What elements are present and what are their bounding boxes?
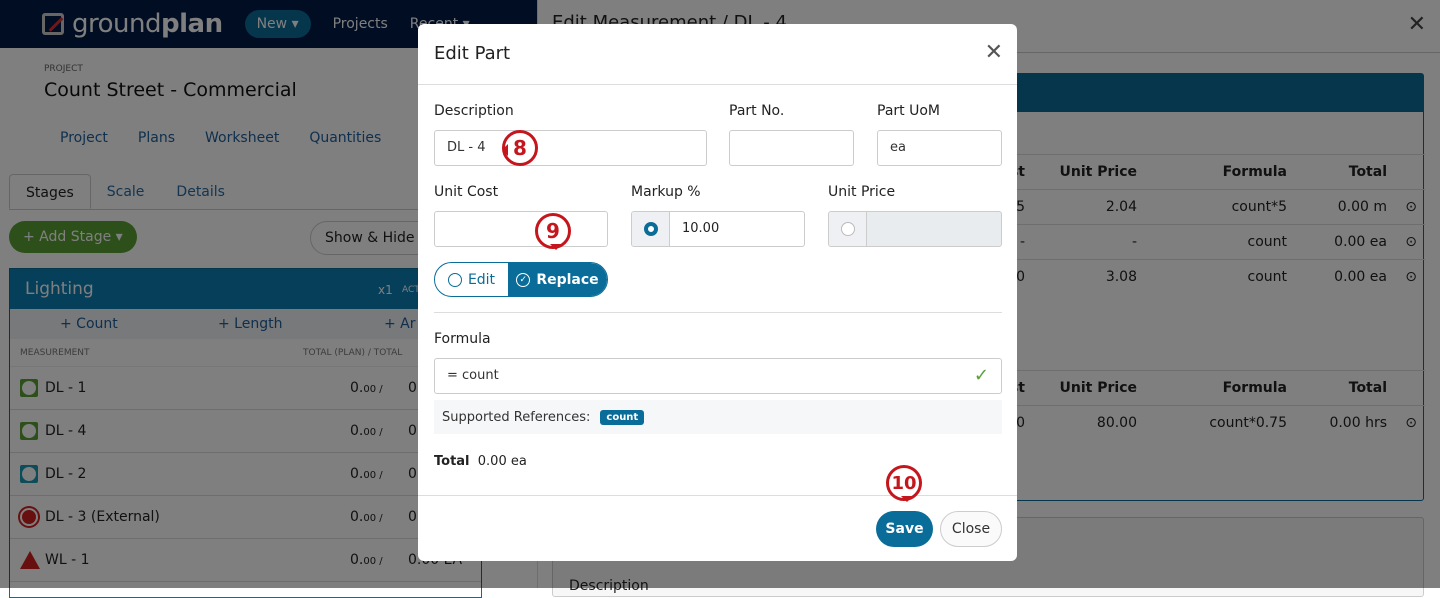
close-button[interactable]: Close [940,511,1002,547]
markup-label: Markup % [631,184,701,200]
check-circle-icon: ✓ [516,272,531,287]
edit-part-modal: Edit Part ✕ Description DL - 4 Part No. … [418,24,1017,561]
step-marker-8: 8 [502,130,538,166]
description-input[interactable]: DL - 4 [434,130,707,166]
step-marker-9: 9 [535,213,571,250]
description-label: Description [434,103,514,119]
uom-label: Part UoM [877,103,940,119]
formula-label: Formula [434,331,491,347]
uom-input[interactable]: ea [877,130,1002,166]
part-no-input[interactable] [729,130,854,166]
mode-replace-button[interactable]: ✓ Replace [508,263,607,296]
markup-input[interactable]: 10.00 [670,212,804,246]
unit-price-radio[interactable] [840,222,855,236]
radio-empty-icon [447,272,462,287]
mode-toggle: Edit ✓ Replace [434,262,608,297]
part-no-label: Part No. [729,103,785,119]
total-display: Total 0.00 ea [434,454,527,469]
unit-cost-label: Unit Cost [434,184,499,200]
step-marker-10: 10 [886,465,922,502]
unit-price-input [867,212,1001,246]
modal-title: Edit Part [434,43,511,64]
unit-price-label: Unit Price [828,184,896,200]
close-icon[interactable]: ✕ [985,40,1003,65]
supported-references: Supported References: count [434,400,1002,434]
valid-check-icon: ✓ [973,365,989,386]
unit-cost-input[interactable] [434,211,608,247]
save-button[interactable]: Save [876,511,933,547]
formula-input[interactable]: = count ✓ [434,358,1002,394]
markup-radio[interactable] [643,222,658,236]
reference-badge[interactable]: count [600,409,645,425]
mode-edit-button[interactable]: Edit [435,263,508,296]
